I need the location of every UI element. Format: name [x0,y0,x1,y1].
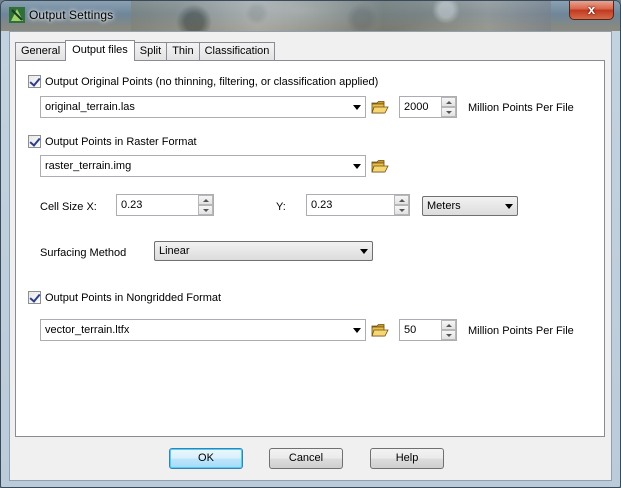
output-nongridded-row: Output Points in Nongridded Format [28,291,221,304]
output-raster-row: Output Points in Raster Format [28,135,197,148]
output-raster-label[interactable]: Output Points in Raster Format [45,136,197,148]
units-value: Meters [427,200,461,212]
nongridded-points-per-file-label: Million Points Per File [468,325,574,337]
output-nongridded-checkbox[interactable] [28,291,41,304]
original-points-per-file-label: Million Points Per File [468,102,574,114]
chevron-down-icon [360,249,368,254]
chevron-down-icon [505,204,513,209]
original-points-value: 2000 [404,101,429,113]
title-bar[interactable]: Output Settings x [1,1,620,31]
surfacing-method-label: Surfacing Method [40,247,127,259]
window-title: Output Settings [29,8,114,22]
cell-size-y-spinner[interactable]: 0.23 [306,194,410,216]
chevron-down-icon [353,328,361,333]
raster-file-value: raster_terrain.img [45,160,132,172]
spin-up-button[interactable] [198,195,213,205]
cell-size-x-spinner[interactable]: 0.23 [116,194,214,216]
open-folder-icon[interactable] [371,99,389,115]
spin-down-button[interactable] [394,205,409,215]
output-original-checkbox[interactable] [28,75,41,88]
output-files-panel: Output Original Points (no thinning, fil… [15,60,605,437]
original-file-value: original_terrain.las [45,101,135,113]
nongridded-points-per-file-spinner[interactable]: 50 [399,319,457,341]
spin-down-button[interactable] [198,205,213,215]
tab-thin[interactable]: Thin [166,42,200,60]
tab-classification[interactable]: Classification [198,42,276,60]
dialog-client-area: General Output files Split Thin Classifi… [9,31,612,481]
spin-down-button[interactable] [441,330,456,340]
close-button[interactable]: x [569,1,614,20]
app-icon [9,7,25,23]
chevron-down-icon [353,164,361,169]
ok-button[interactable]: OK [169,448,243,469]
cell-size-x-value: 0.23 [121,199,143,211]
nongridded-file-value: vector_terrain.ltfx [45,324,130,336]
spin-up-button[interactable] [441,97,456,107]
help-button[interactable]: Help [370,448,444,469]
output-nongridded-label[interactable]: Output Points in Nongridded Format [45,292,221,304]
tab-general[interactable]: General [15,42,67,60]
cell-size-x-label: Cell Size X: [40,201,97,213]
raster-file-combo[interactable]: raster_terrain.img [40,155,366,177]
chevron-down-icon [353,105,361,110]
original-file-combo[interactable]: original_terrain.las [40,96,366,118]
spin-down-button[interactable] [441,107,456,117]
open-folder-icon[interactable] [371,158,389,174]
output-settings-window: Output Settings x General Output files S… [0,0,621,488]
close-icon: x [587,2,596,17]
tab-split[interactable]: Split [133,42,168,60]
spin-up-button[interactable] [441,320,456,330]
nongridded-file-combo[interactable]: vector_terrain.ltfx [40,319,366,341]
output-original-row: Output Original Points (no thinning, fil… [28,75,378,88]
surfacing-method-dropdown[interactable]: Linear [154,241,373,261]
cell-size-y-value: 0.23 [311,199,333,211]
nongridded-points-value: 50 [404,324,417,336]
tab-output-files[interactable]: Output files [65,40,135,61]
open-folder-icon[interactable] [371,322,389,338]
title-bar-background [131,1,551,31]
surfacing-method-value: Linear [159,245,190,257]
tab-strip: General Output files Split Thin Classifi… [15,40,276,61]
original-points-per-file-spinner[interactable]: 2000 [399,96,457,118]
spin-up-button[interactable] [394,195,409,205]
output-raster-checkbox[interactable] [28,135,41,148]
units-dropdown[interactable]: Meters [422,196,518,216]
output-original-label[interactable]: Output Original Points (no thinning, fil… [45,76,378,88]
cancel-button[interactable]: Cancel [269,448,343,469]
cell-size-y-label: Y: [276,201,286,213]
